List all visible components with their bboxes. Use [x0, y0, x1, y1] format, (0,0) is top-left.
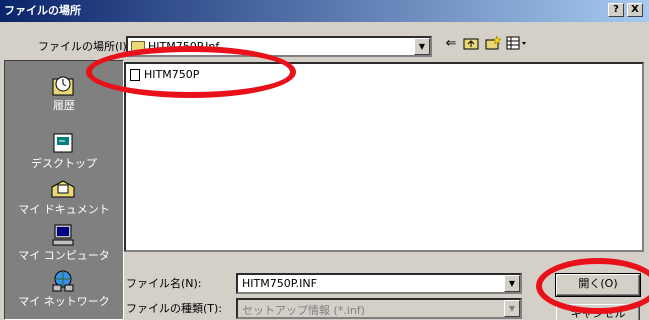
filename-value: HITM750P.INF — [242, 277, 317, 290]
list-item[interactable]: HITM750P — [130, 68, 199, 82]
filename-label: ファイル名(N): — [126, 277, 202, 290]
filetype-value: セットアップ情報 (*.inf) — [242, 304, 365, 317]
my-network-icon — [52, 270, 74, 292]
place-label: マイ ネットワーク — [18, 295, 110, 308]
chevron-down-icon[interactable]: ▼ — [414, 38, 430, 55]
place-desktop[interactable]: デスクトップ — [5, 127, 123, 175]
location-combobox[interactable]: HITM750P.Inf ▼ — [126, 36, 432, 57]
folder-icon — [131, 41, 145, 52]
place-label: デスクトップ — [31, 157, 97, 170]
my-documents-icon — [51, 180, 75, 198]
file-open-dialog: ファイルの場所 ? X ファイルの場所(I): HITM750P.Inf ▼ ⇐… — [0, 0, 649, 320]
dialog-title: ファイルの場所 — [4, 4, 81, 17]
desktop-icon — [53, 133, 73, 153]
place-label: マイ ドキュメント — [18, 203, 110, 216]
filetype-select[interactable]: セットアップ情報 (*.inf) ▼ — [236, 298, 522, 319]
chevron-down-icon[interactable]: ▼ — [504, 275, 520, 292]
history-icon — [52, 76, 74, 96]
new-folder-icon[interactable] — [484, 35, 502, 52]
location-label: ファイルの場所(I): — [38, 40, 131, 53]
my-computer-icon — [52, 224, 74, 246]
place-label: 履歴 — [53, 99, 75, 112]
place-my-documents[interactable]: マイ ドキュメント — [5, 173, 123, 221]
setup-info-file-icon — [130, 69, 140, 81]
place-my-computer[interactable]: マイ コンピュータ — [5, 219, 123, 267]
cancel-button[interactable]: キャンセル — [556, 304, 640, 320]
place-my-network[interactable]: マイ ネットワーク — [5, 265, 123, 313]
filename-field[interactable]: HITM750P.INF ▼ — [236, 273, 522, 294]
help-button[interactable]: ? — [608, 3, 624, 17]
up-folder-icon[interactable] — [462, 36, 480, 52]
close-button[interactable]: X — [627, 3, 643, 17]
places-bar: 履歴 デスクトップ マイ ドキュメント マイ コンピュータ マイ ネットワーク — [4, 60, 124, 320]
chevron-down-icon[interactable]: ▼ — [504, 300, 520, 317]
place-label: マイ コンピュータ — [18, 249, 110, 262]
view-menu-icon[interactable] — [506, 36, 528, 52]
file-name: HITM750P — [144, 68, 200, 81]
title-bar: ファイルの場所 ? X — [0, 0, 649, 22]
place-history[interactable]: 履歴 — [5, 69, 123, 117]
location-value: HITM750P.Inf — [148, 40, 220, 53]
file-list[interactable]: HITM750P — [124, 62, 644, 252]
filetype-label: ファイルの種類(T): — [126, 302, 223, 315]
open-button[interactable]: 開く(O) — [555, 273, 641, 297]
back-arrow-icon[interactable]: ⇐ — [442, 36, 460, 52]
